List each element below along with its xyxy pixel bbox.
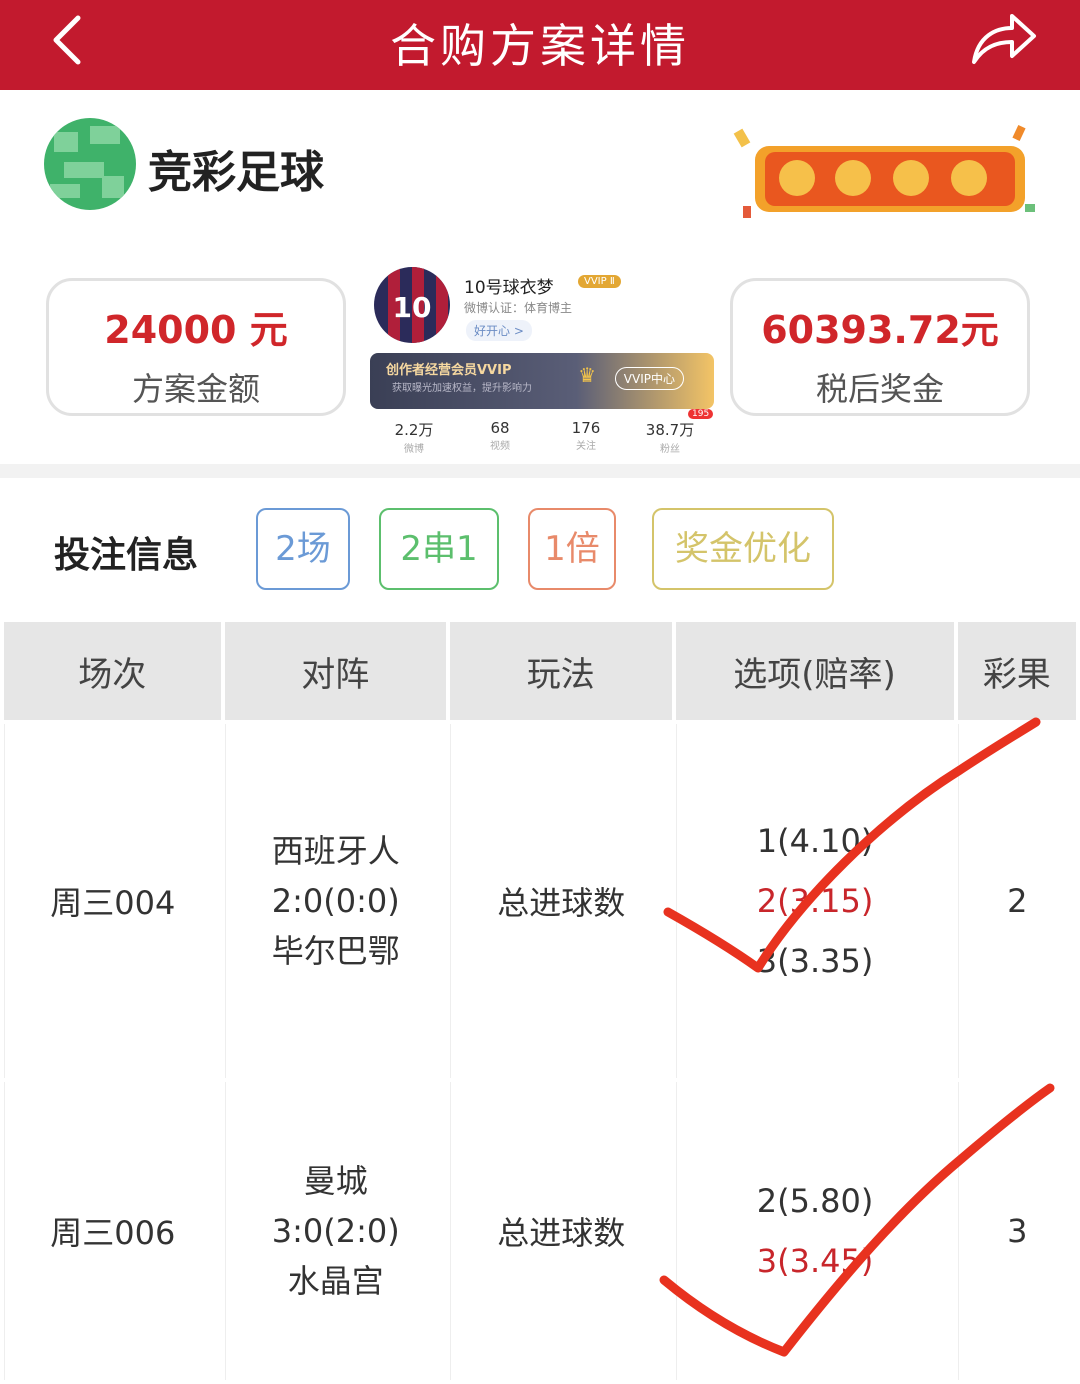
table-row: 周三006 曼城 3:0(2:0) 水晶宫 总进球数 2(5.80) 3(3.4…: [4, 1082, 1076, 1380]
play-type: 总进球数: [450, 1082, 672, 1380]
match-no: 周三004: [4, 724, 221, 1078]
profile-mood[interactable]: 好开心 >: [466, 320, 532, 341]
top-bar: 合购方案详情: [0, 0, 1080, 90]
plan-amount-card: 24000 元 方案金额: [46, 278, 346, 416]
plan-amount-value: 24000 元: [104, 308, 288, 352]
avatar[interactable]: 10: [374, 267, 450, 343]
fixture: 西班牙人 2:0(0:0) 毕尔巴鄂: [224, 724, 447, 1078]
result: 2: [957, 724, 1076, 1078]
winning-badge-icon: [733, 124, 1035, 218]
options: 1(4.10) 2(3.15) 3(3.35): [675, 724, 954, 1078]
option: 1(4.10): [756, 822, 874, 860]
brand-name: 竞彩足球: [148, 147, 324, 198]
score: 3:0(2:0): [271, 1212, 400, 1250]
result: 3: [957, 1082, 1076, 1380]
vip-center-button[interactable]: VVIP中心: [614, 367, 684, 390]
after-tax-prize-label: 税后奖金: [815, 370, 944, 408]
option: 3(3.35): [756, 942, 874, 980]
header-options: 选项(赔率): [675, 622, 954, 720]
stat-followers[interactable]: 38.7万 粉丝: [630, 419, 710, 455]
bet-table: 场次 对阵 玩法 选项(赔率) 彩果 周三004 西班牙人 2:0(0:0) 毕…: [0, 618, 1080, 1384]
option-hit: 2(3.15): [756, 882, 874, 920]
vip-badge: VVIP Ⅱ: [578, 275, 621, 288]
match-no: 周三006: [4, 1082, 221, 1380]
after-tax-prize-value: 60393.72元: [761, 308, 999, 352]
fixture: 曼城 3:0(2:0) 水晶宫: [224, 1082, 447, 1380]
stat-weibo[interactable]: 2.2万 微博: [374, 419, 454, 455]
profile-name: 10号球衣梦: [464, 278, 554, 298]
chip-matches: 2场: [256, 508, 350, 590]
vip-banner[interactable]: 创作者经营会员VVIP 获取曝光加速权益，提升影响力 ♛ VVIP中心: [370, 353, 714, 409]
vip-banner-title: 创作者经营会员VVIP: [386, 363, 512, 378]
crown-icon: ♛: [578, 363, 596, 387]
away-team: 水晶宫: [287, 1262, 384, 1300]
plan-amount-label: 方案金额: [131, 370, 260, 408]
score: 2:0(0:0): [271, 882, 400, 920]
profile-verification: 微博认证：体育博主: [464, 301, 573, 315]
home-team: 曼城: [303, 1162, 368, 1200]
share-icon[interactable]: [968, 6, 1040, 72]
option: 2(5.80): [756, 1182, 874, 1220]
chip-parlay: 2串1: [379, 508, 499, 590]
stat-following[interactable]: 176 关注: [546, 419, 626, 452]
chip-prize-optimize[interactable]: 奖金优化: [652, 508, 834, 590]
table-row: 周三004 西班牙人 2:0(0:0) 毕尔巴鄂 总进球数 1(4.10) 2(…: [4, 724, 1076, 1078]
away-team: 毕尔巴鄂: [271, 932, 400, 970]
profile-card[interactable]: 10 10号球衣梦 VVIP Ⅱ 微博认证：体育博主 好开心 > 创作者经营会员…: [370, 265, 718, 460]
stat-videos[interactable]: 68 视频: [460, 419, 540, 452]
bet-info-title: 投注信息: [54, 535, 199, 576]
option-hit: 3(3.45): [756, 1242, 874, 1280]
play-type: 总进球数: [450, 724, 672, 1078]
header-play: 玩法: [450, 622, 672, 720]
section-divider: [0, 464, 1080, 478]
chip-multiplier: 1倍: [528, 508, 616, 590]
home-team: 西班牙人: [271, 832, 400, 870]
brand: 竞彩足球: [44, 118, 444, 210]
profile-stats: 2.2万 微博 68 视频 176 关注 38.7万 粉丝: [370, 415, 714, 460]
header-result: 彩果: [957, 622, 1076, 720]
after-tax-prize-card: 60393.72元 税后奖金: [730, 278, 1030, 416]
header-fixture: 对阵: [224, 622, 447, 720]
header-match-no: 场次: [4, 622, 221, 720]
options: 2(5.80) 3(3.45): [675, 1082, 954, 1380]
brand-logo-icon: [44, 118, 136, 210]
table-header-row: 场次 对阵 玩法 选项(赔率) 彩果: [4, 622, 1076, 720]
vip-banner-subtitle: 获取曝光加速权益，提升影响力: [392, 383, 532, 394]
page-title: 合购方案详情: [390, 19, 690, 73]
